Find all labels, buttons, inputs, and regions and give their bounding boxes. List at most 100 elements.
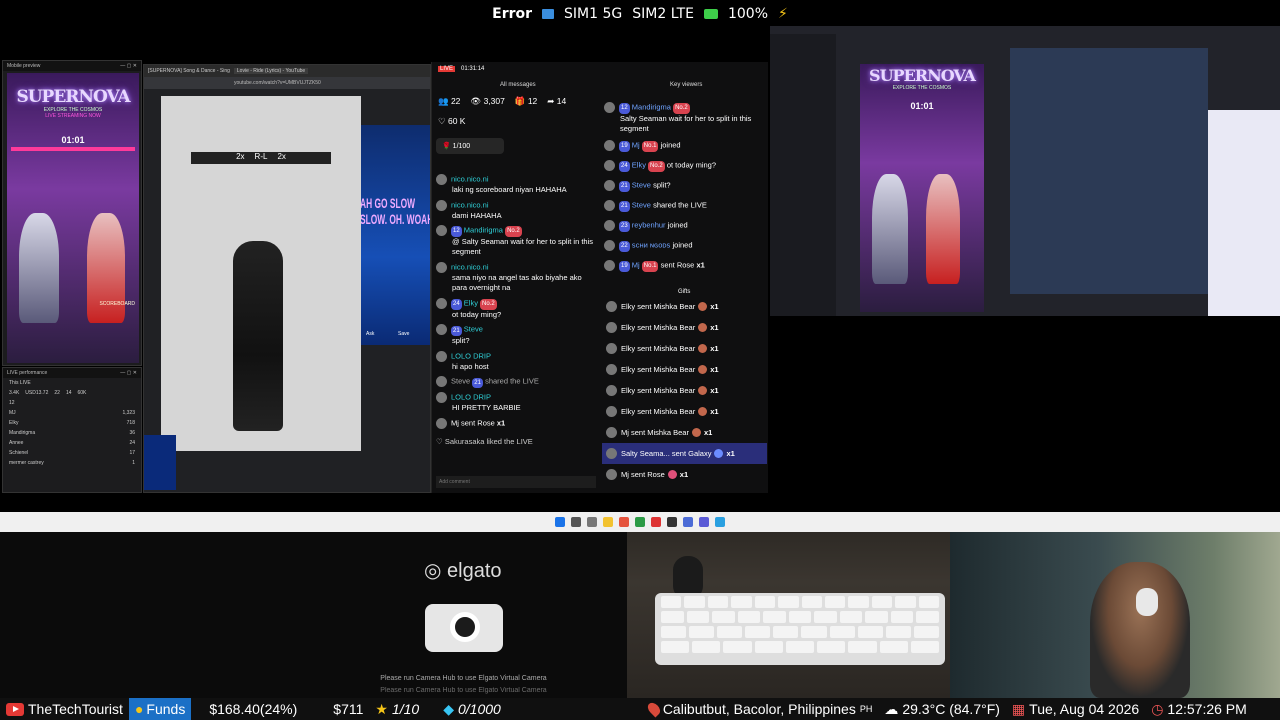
list-item[interactable]: 21 Steve split?	[436, 324, 596, 346]
gift-row[interactable]: Elky sent Mishka Bear x1	[602, 380, 767, 401]
view-count: 3,307	[483, 96, 505, 106]
tab-youtube[interactable]: Lovie - Ride (Lyrics) - YouTube	[233, 68, 309, 74]
list-item[interactable]: Schienel 17	[3, 448, 141, 458]
headphones	[1136, 588, 1158, 616]
status-bar: Error SIM1 5G SIM2 LTE 100% ⚡	[0, 0, 1280, 28]
list-item[interactable]: 21 Steve shared the LIVE	[604, 199, 766, 212]
app-icon[interactable]	[715, 517, 725, 527]
avatar	[436, 199, 447, 211]
message-list: nico.nico.ni laki ng scoreboard niyan HAH…	[436, 174, 596, 447]
stat-likes: 60K	[77, 390, 87, 396]
taskbar-preview	[144, 435, 176, 490]
address-bar[interactable]: youtube.com/watch?v=UMBVUJTZK50	[144, 77, 430, 89]
app-icon[interactable]	[699, 517, 709, 527]
list-item[interactable]: Mj sent Rose x1	[436, 417, 596, 429]
streamer	[1090, 562, 1190, 698]
list-item[interactable]: 22 ꜱᴄʜᴎ ɴɢᴏᴅꜱ joined	[604, 239, 766, 252]
gift-icon	[698, 302, 708, 311]
gift-row[interactable]: Elky sent Mishka Bear x1	[602, 338, 767, 359]
taskview-icon[interactable]	[587, 517, 597, 527]
tab-supernova[interactable]: [SUPERNOVA] Song & Dance - Sing	[148, 68, 230, 74]
comment-input[interactable]: Add comment	[436, 476, 596, 488]
list-item[interactable]: MJ 1,323	[3, 408, 141, 418]
list-item[interactable]: nico.nico.ni laki ng scoreboard niyan HAH…	[436, 174, 596, 196]
avatar	[436, 392, 447, 404]
key-viewers-header[interactable]: Key viewers	[670, 82, 702, 88]
gift-row[interactable]: Elky sent Mishka Bear x1	[602, 401, 767, 422]
ask-button[interactable]: Ask	[366, 331, 374, 337]
lyric-text: AH GO SLOW SLOW. OH. WOAH	[360, 195, 431, 227]
list-item[interactable]: nico.nico.ni dami HAHAHA	[436, 199, 596, 222]
list-item[interactable]: 12 Mandirigma No.2 @ Salty Seaman wait fo…	[436, 225, 596, 258]
desktop-window	[1208, 110, 1280, 316]
secondary-monitor: SUPERNOVA EXPLORE THE COSMOS 01:01	[770, 26, 1280, 316]
list-item[interactable]: 12 Mandirigma No.2 Salty Seaman wait for …	[604, 102, 766, 135]
app-icon[interactable]	[635, 517, 645, 527]
calendar-icon: ▦	[1011, 700, 1026, 717]
list-item[interactable]: ♡ Sakurasaka liked the LIVE	[436, 437, 596, 448]
gift-row[interactable]: Elky sent Mishka Bear x1	[602, 296, 767, 317]
gift-row[interactable]: Elky sent Mishka Bear x1	[602, 317, 767, 338]
avatar	[436, 350, 447, 362]
windows-taskbar	[0, 512, 1280, 532]
window-controls[interactable]: — ▢ ✕	[120, 370, 137, 376]
stat-revenue: USD13.72	[25, 390, 49, 396]
location-label: Calibutbut, Bacolor, Philippines	[662, 701, 856, 717]
gift-row[interactable]: Mj sent Mishka Bear x1	[602, 422, 767, 443]
avatar	[436, 324, 447, 336]
progress-bar	[11, 147, 135, 151]
app-icon[interactable]	[667, 517, 677, 527]
gift-row[interactable]: Salty Seama... sent Galaxy x1	[602, 443, 767, 464]
obs-brand-title: SUPERNOVA	[869, 66, 976, 85]
list-item[interactable]: Mandirigma 36	[3, 428, 141, 438]
share-count: 14	[556, 96, 567, 106]
avatar	[604, 219, 615, 231]
browser-icon[interactable]	[619, 517, 629, 527]
key-viewers-list: 12 Mandirigma No.2 Salty Seaman wait for …	[604, 102, 766, 272]
list-item[interactable]: LOLO DRIP hi apo host	[436, 350, 596, 373]
window-title: LIVE performance	[7, 370, 48, 376]
effect-overlay: 2x R-L 2x	[191, 152, 331, 164]
list-item[interactable]: nico.nico.ni sama niyo na angel tas ako b…	[436, 261, 596, 294]
list-item[interactable]: 19 Mj No.1 joined	[604, 139, 766, 152]
avatar	[436, 417, 447, 429]
live-performance-window: LIVE performance — ▢ ✕ This LIVE 3.4K USD…	[2, 367, 142, 493]
sim2-label: SIM2 LTE	[632, 6, 694, 22]
avatar	[436, 225, 447, 236]
list-item[interactable]: 21 Steve split?	[604, 179, 766, 192]
search-icon[interactable]	[571, 517, 581, 527]
browser-window: [SUPERNOVA] Song & Dance - Sing Lovie - …	[143, 64, 431, 493]
gift-row[interactable]: Elky sent Mishka Bear x1	[602, 359, 767, 380]
save-button[interactable]: Save	[398, 331, 409, 337]
scoreboard-label: SCOREBOARD	[99, 301, 135, 307]
all-messages-header[interactable]: All messages	[500, 82, 536, 88]
gift-row[interactable]: Mj sent Rose x1	[602, 464, 767, 485]
list-item[interactable]: 23 reybenhur joined	[604, 219, 766, 232]
start-icon[interactable]	[555, 517, 565, 527]
folder-icon[interactable]	[603, 517, 613, 527]
sim1-label: SIM1 5G	[564, 6, 623, 22]
list-item[interactable]: 24 Elky No.2 ot today ming?	[604, 159, 766, 172]
window-controls[interactable]: — ▢ ✕	[120, 63, 137, 69]
avatar	[436, 261, 447, 273]
app-icon[interactable]	[683, 517, 693, 527]
list-item[interactable]: mermer castrey 1	[3, 458, 141, 468]
lyric-panel: AH GO SLOW SLOW. OH. WOAH	[360, 125, 431, 345]
live-now-label: LIVE STREAMING NOW	[45, 113, 101, 119]
list-item[interactable]: LOLO DRIP HI PRETTY BARBIE	[436, 392, 596, 414]
gift-count: 12	[527, 96, 538, 106]
avatar	[604, 239, 615, 251]
list-item[interactable]: Annee 24	[3, 438, 141, 448]
video-area: 2x R-L 2x	[161, 96, 361, 451]
app-icon[interactable]	[651, 517, 661, 527]
gift-icon	[698, 344, 708, 353]
avatar	[604, 159, 615, 171]
camera-lens-icon	[450, 612, 480, 642]
list-item[interactable]: Steve 21 shared the LIVE	[436, 376, 596, 389]
list-item[interactable]: 19 Mj No.1 sent Rose x1	[604, 259, 766, 272]
phone-screen: SUPERNOVA EXPLORE THE COSMOS LIVE STREAM…	[7, 73, 139, 363]
list-item[interactable]: 24 Elky No.2 ot today ming?	[436, 297, 596, 320]
list-item[interactable]: Elky 718	[3, 418, 141, 428]
goal-pill[interactable]: 🌹 1/100	[436, 138, 504, 154]
gift-icon	[698, 407, 708, 416]
